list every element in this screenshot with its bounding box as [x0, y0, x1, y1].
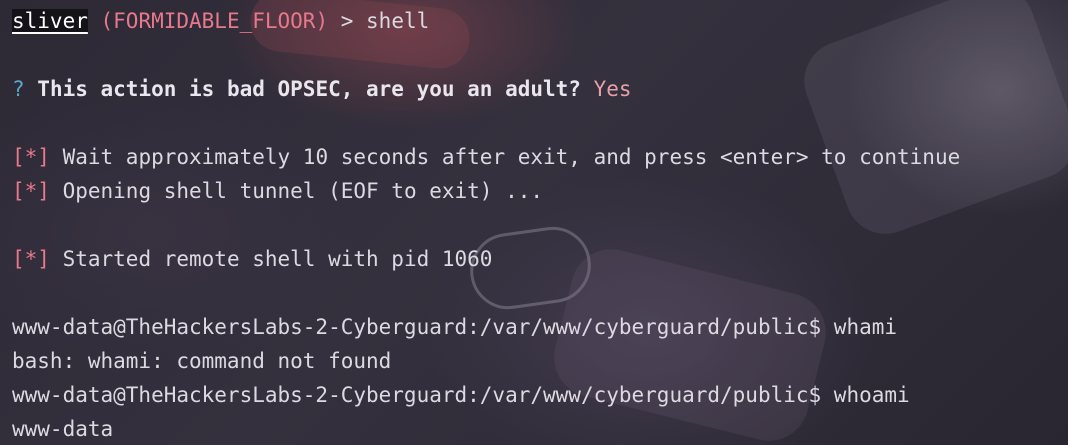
- session-name: (FORMIDABLE_FLOOR): [100, 9, 329, 33]
- prompt-command: shell: [366, 9, 430, 33]
- info-text: Wait approximately 10 seconds after exit…: [49, 145, 961, 169]
- sliver-prompt-name: sliver: [12, 9, 88, 33]
- info-text: Started remote shell with pid 1060: [49, 247, 493, 271]
- shell-line: bash: whami: command not found: [12, 349, 392, 373]
- opsec-answer: Yes: [580, 77, 632, 101]
- prompt-separator: >: [328, 9, 367, 33]
- terminal-window[interactable]: sliver (FORMIDABLE_FLOOR) > shell ? This…: [0, 0, 1068, 445]
- shell-line: www-data: [12, 417, 114, 441]
- terminal-output: sliver (FORMIDABLE_FLOOR) > shell ? This…: [12, 4, 960, 445]
- sliver-prompt-line: sliver (FORMIDABLE_FLOOR) > shell: [12, 4, 960, 38]
- info-line-opening: [*] Opening shell tunnel (EOF to exit) .…: [12, 174, 960, 208]
- shell-line: www-data@TheHackersLabs-2-Cyberguard:/va…: [12, 315, 898, 339]
- info-line-wait: [*] Wait approximately 10 seconds after …: [12, 140, 960, 174]
- shell-line: www-data@TheHackersLabs-2-Cyberguard:/va…: [12, 383, 910, 407]
- info-marker: [*]: [12, 179, 50, 203]
- opsec-question: This action is bad OPSEC, are you an adu…: [24, 77, 581, 101]
- info-text: Opening shell tunnel (EOF to exit) ...: [49, 179, 544, 203]
- question-mark-icon: ?: [12, 77, 25, 101]
- opsec-confirm-line: ? This action is bad OPSEC, are you an a…: [12, 72, 960, 106]
- info-line-started: [*] Started remote shell with pid 1060: [12, 242, 960, 276]
- info-marker: [*]: [12, 247, 50, 271]
- info-marker: [*]: [12, 145, 50, 169]
